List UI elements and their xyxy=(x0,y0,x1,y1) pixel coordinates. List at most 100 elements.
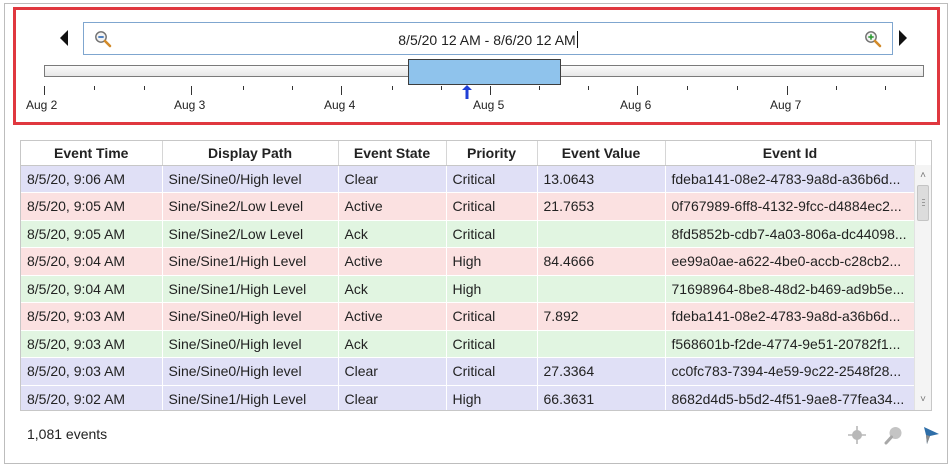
cell-event-state: Clear xyxy=(338,357,447,386)
cell-event-time: 8/5/20, 9:04 AM xyxy=(21,275,163,303)
triangle-left-icon[interactable] xyxy=(60,30,68,46)
timeline-axis: Aug 2 Aug 3 Aug 4 Aug 5 Aug 6 Aug 7 xyxy=(16,86,937,116)
column-header-event-time[interactable]: Event Time xyxy=(21,141,163,166)
table-row[interactable]: 8/5/20, 9:05 AM Sine/Sine2/Low Level Activ… xyxy=(21,192,916,221)
cell-priority: High xyxy=(446,275,538,303)
filter-icon[interactable] xyxy=(921,425,941,445)
timeline-label: Aug 7 xyxy=(770,98,802,112)
cell-event-time: 8/5/20, 9:03 AM xyxy=(21,302,163,331)
table-row[interactable]: 8/5/20, 9:03 AM Sine/Sine0/High level Ack C… xyxy=(21,330,916,358)
arrow-up-icon xyxy=(462,85,472,99)
timeline-tick xyxy=(292,86,293,90)
timeline-tick xyxy=(787,86,788,95)
cell-event-id: fdeba141-08e2-4783-9a8d-a36b6d... xyxy=(665,165,916,193)
cell-event-id: 8fd5852b-cdb7-4a03-806a-dc44098... xyxy=(665,220,916,248)
timeline-tick xyxy=(490,86,491,95)
zoom-in-icon[interactable] xyxy=(864,30,882,48)
cell-event-time: 8/5/20, 9:03 AM xyxy=(21,357,163,386)
cell-event-time: 8/5/20, 9:02 AM xyxy=(21,385,163,410)
cell-event-value: 7.892 xyxy=(537,302,666,331)
cell-display-path: Sine/Sine2/Low Level xyxy=(162,220,339,248)
timeline-selection-window[interactable] xyxy=(408,59,561,85)
table-row[interactable]: 8/5/20, 9:02 AM Sine/Sine1/High Level Clea… xyxy=(21,385,916,410)
column-header-event-value[interactable]: Event Value xyxy=(537,141,666,166)
cell-event-value: 13.0643 xyxy=(537,165,666,193)
timeline-tick xyxy=(885,86,886,90)
cell-event-time: 8/5/20, 9:03 AM xyxy=(21,330,163,358)
table-row[interactable]: 8/5/20, 9:04 AM Sine/Sine1/High Level Ack H… xyxy=(21,275,916,303)
cell-event-state: Active xyxy=(338,302,447,331)
timeline-label: Aug 2 xyxy=(26,98,58,112)
table-row[interactable]: 8/5/20, 9:05 AM Sine/Sine2/Low Level Ack Cr… xyxy=(21,220,916,248)
timeline-tick xyxy=(687,86,688,90)
cell-priority: Critical xyxy=(446,192,538,221)
cell-priority: Critical xyxy=(446,357,538,386)
cell-display-path: Sine/Sine1/High Level xyxy=(162,247,339,276)
cell-event-time: 8/5/20, 9:06 AM xyxy=(21,165,163,193)
cell-event-value: 21.7653 xyxy=(537,192,666,221)
table-header-row: Event Time Display Path Event State Prio… xyxy=(21,141,916,166)
cell-event-id: 8682d4d5-b5d2-4f51-9ae8-77fea34... xyxy=(665,385,916,410)
cell-display-path: Sine/Sine2/Low Level xyxy=(162,192,339,221)
timeline-tick xyxy=(144,86,145,90)
cell-priority: High xyxy=(446,385,538,410)
cell-event-time: 8/5/20, 9:05 AM xyxy=(21,220,163,248)
cell-event-state: Clear xyxy=(338,165,447,193)
cell-event-state: Clear xyxy=(338,385,447,410)
cell-display-path: Sine/Sine1/High Level xyxy=(162,275,339,303)
table-row[interactable]: 8/5/20, 9:03 AM Sine/Sine0/High level Acti… xyxy=(21,302,916,331)
cell-event-state: Ack xyxy=(338,220,447,248)
cell-event-state: Active xyxy=(338,192,447,221)
cell-priority: Critical xyxy=(446,330,538,358)
timeline-tick xyxy=(588,86,589,90)
cell-event-id: 0f767989-6ff8-4132-9fcc-d4884ec2... xyxy=(665,192,916,221)
cell-event-value: 27.3364 xyxy=(537,357,666,386)
date-range-field[interactable]: 8/5/20 12 AM - 8/6/20 12 AM xyxy=(83,22,893,55)
timeline-tick xyxy=(637,86,638,95)
cell-display-path: Sine/Sine0/High level xyxy=(162,302,339,331)
column-header-priority[interactable]: Priority xyxy=(446,141,538,166)
column-header-event-state[interactable]: Event State xyxy=(338,141,447,166)
scroll-up-icon[interactable]: ˄ xyxy=(918,171,928,181)
cell-event-id: f568601b-f2de-4774-9e51-20782f1... xyxy=(665,330,916,358)
timeline-label: Aug 6 xyxy=(620,98,652,112)
date-range-display: 8/5/20 12 AM - 8/6/20 12 AM xyxy=(398,31,578,48)
cell-priority: Critical xyxy=(446,165,538,193)
scrollbar-thumb[interactable] xyxy=(917,185,929,221)
date-range-selector: 8/5/20 12 AM - 8/6/20 12 AM Aug 2 Aug 3 … xyxy=(13,7,940,125)
timeline-label: Aug 5 xyxy=(473,98,505,112)
cell-display-path: Sine/Sine1/High Level xyxy=(162,385,339,410)
timeline-tick xyxy=(441,86,442,90)
timeline-tick xyxy=(836,86,837,90)
timeline-tick xyxy=(392,86,393,90)
cell-display-path: Sine/Sine0/High level xyxy=(162,357,339,386)
timeline-tick xyxy=(44,86,45,95)
event-table: Event Time Display Path Event State Prio… xyxy=(20,140,932,411)
timeline-tick xyxy=(94,86,95,90)
table-row[interactable]: 8/5/20, 9:03 AM Sine/Sine0/High level Clea… xyxy=(21,357,916,386)
timeline-tick xyxy=(191,86,192,95)
cell-event-time: 8/5/20, 9:04 AM xyxy=(21,247,163,276)
cell-event-id: cc0fc783-7394-4e59-9c22-2548f28... xyxy=(665,357,916,386)
cell-event-id: 71698964-8be8-48d2-b469-ad9b5e... xyxy=(665,275,916,303)
cell-event-value xyxy=(537,220,666,248)
search-icon[interactable] xyxy=(884,425,904,445)
timeline-label: Aug 3 xyxy=(174,98,206,112)
vertical-scrollbar[interactable]: ˄ ˅ xyxy=(914,165,931,410)
cell-display-path: Sine/Sine0/High level xyxy=(162,165,339,193)
triangle-right-icon[interactable] xyxy=(899,30,907,46)
cell-event-time: 8/5/20, 9:05 AM xyxy=(21,192,163,221)
column-header-display-path[interactable]: Display Path xyxy=(162,141,339,166)
cell-event-state: Ack xyxy=(338,330,447,358)
timeline-tick xyxy=(539,86,540,90)
cell-event-state: Active xyxy=(338,247,447,276)
cell-display-path: Sine/Sine0/High level xyxy=(162,330,339,358)
scroll-down-icon[interactable]: ˅ xyxy=(918,395,928,405)
table-row[interactable]: 8/5/20, 9:06 AM Sine/Sine0/High level Clea… xyxy=(21,165,916,193)
crosshair-icon[interactable] xyxy=(847,425,867,445)
cell-event-value xyxy=(537,275,666,303)
table-row[interactable]: 8/5/20, 9:04 AM Sine/Sine1/High Level Acti… xyxy=(21,247,916,276)
cell-event-state: Ack xyxy=(338,275,447,303)
timeline-tick xyxy=(737,86,738,90)
column-header-event-id[interactable]: Event Id xyxy=(665,141,916,166)
